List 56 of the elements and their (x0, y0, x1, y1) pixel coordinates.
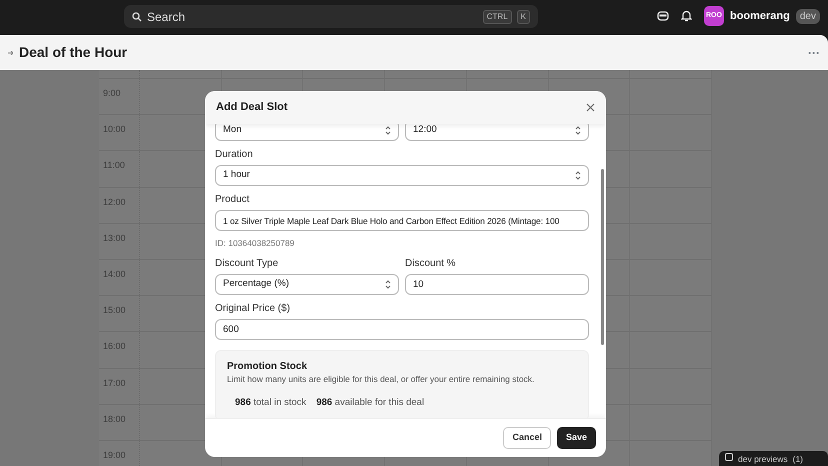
time-label: 11:00 (99, 151, 140, 187)
time-label: 18:00 (99, 404, 140, 440)
product-id: ID: 10364038250789 (215, 237, 296, 250)
time-label: 14:00 (99, 260, 140, 296)
time-label: 13:00 (99, 224, 140, 259)
time-label: 9:00 (99, 79, 140, 114)
input-field[interactable]: 10 (405, 274, 589, 295)
environment-badge: dev (796, 8, 820, 24)
field-label: Discount Type (215, 256, 280, 271)
scrollbar[interactable] (601, 169, 604, 345)
time-label: 12:00 (99, 188, 140, 223)
search-icon (132, 12, 142, 22)
time-label: 15:00 (99, 296, 140, 332)
toast-label: dev previews (738, 453, 788, 466)
input-field[interactable]: 600 (215, 318, 589, 340)
stock-stat: 986 total in stock (235, 396, 306, 410)
bell-icon[interactable] (680, 10, 692, 22)
square-icon (725, 453, 733, 461)
page-title: Deal of the Hour (19, 44, 128, 61)
chevron-updown-icon (575, 126, 581, 135)
select-field[interactable]: Mon (215, 124, 399, 141)
toast-count: (1) (792, 453, 803, 466)
time-label: 10:00 (99, 115, 140, 150)
field-label: Discount % (405, 256, 457, 271)
cancel-button[interactable]: Cancel (503, 427, 551, 449)
field-label: Product (215, 193, 250, 207)
select-value: Mon (223, 124, 242, 138)
more-menu[interactable]: ··· (808, 44, 820, 62)
time-label: 17:00 (99, 368, 140, 404)
shortcut-key: K (516, 10, 530, 24)
chevron-updown-icon (385, 280, 391, 289)
time-label: 16:00 (99, 332, 140, 368)
time-label: 19:00 (99, 440, 140, 466)
select-value: 1 hour (223, 168, 250, 182)
account-name[interactable]: boomerang (730, 8, 790, 24)
shortcut-key: CTRL (482, 10, 512, 24)
stock-stat: 986 available for this deal (316, 396, 424, 410)
section-title: Promotion Stock (227, 360, 308, 373)
select-field[interactable]: 1 hour (215, 165, 589, 186)
chevron-updown-icon (385, 126, 391, 135)
field-label: Duration (215, 148, 254, 162)
mask-icon[interactable] (656, 10, 669, 21)
chevron-updown-icon (575, 171, 581, 180)
dialog-title: Add Deal Slot (216, 100, 288, 114)
select-value: 12:00 (413, 124, 437, 138)
section-description: Limit how many units are eligible for this deal, or offer your entire remaining stock. (227, 372, 536, 386)
close-icon[interactable] (586, 103, 595, 112)
select-value: Percentage (%) (223, 277, 290, 292)
input-field[interactable]: 1 oz Silver Triple Maple Leaf Dark Blue Holo and Carbon Effect Edition 2026 (Mintage: 100 (215, 210, 589, 231)
save-button[interactable]: Save (556, 427, 596, 449)
search-placeholder: Search (147, 8, 186, 26)
select-field[interactable]: Percentage (%) (215, 274, 399, 295)
sidebar-toggle-icon[interactable] (8, 50, 13, 54)
field-label: Original Price ($) (215, 302, 292, 316)
search-field[interactable]: Search CTRL K (124, 5, 538, 28)
select-field[interactable]: 12:00 (405, 124, 589, 141)
